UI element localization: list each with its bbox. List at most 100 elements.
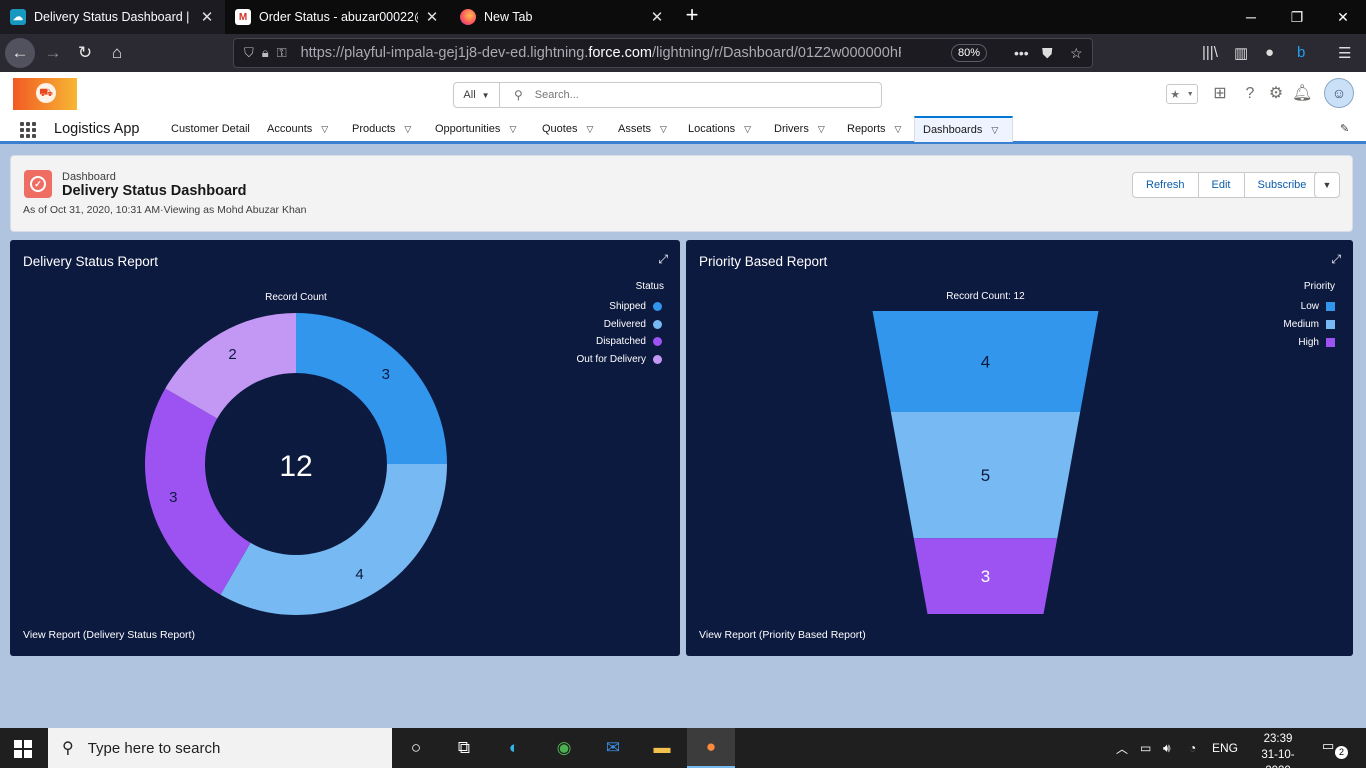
- bing-icon[interactable]: b: [1297, 44, 1305, 61]
- windows-start-icon[interactable]: [14, 740, 32, 758]
- chevron-down-icon: ▼: [1322, 180, 1332, 190]
- show-hidden-icons-icon[interactable]: ︿: [1116, 728, 1128, 768]
- chevron-down-icon[interactable]: ▽: [404, 124, 411, 135]
- setup-gear-icon[interactable]: ⚙: [1266, 84, 1286, 104]
- legend-item-delivered[interactable]: Delivered: [604, 319, 662, 330]
- system-clock[interactable]: 23:39 31-10-2020: [1250, 731, 1306, 768]
- legend-item-shipped[interactable]: Shipped: [609, 301, 662, 312]
- close-tab-icon[interactable]: ✕: [424, 8, 440, 26]
- legend-swatch: [653, 302, 662, 311]
- battery-icon[interactable]: ▭: [1140, 728, 1151, 768]
- mail-icon[interactable]: ✉: [589, 728, 637, 768]
- edit-nav-pencil-icon[interactable]: ✎: [1340, 122, 1349, 135]
- forward-arrow-icon[interactable]: →: [38, 38, 68, 68]
- chevron-down-icon[interactable]: ▽: [321, 124, 328, 135]
- nav-item-products[interactable]: Products ▽: [344, 116, 419, 142]
- file-explorer-icon[interactable]: ▬: [638, 728, 686, 768]
- search-scope-dropdown[interactable]: All ▼: [454, 83, 500, 107]
- cortana-icon[interactable]: ○: [392, 728, 440, 768]
- nav-item-opportunities[interactable]: Opportunities ▽: [427, 116, 524, 142]
- home-icon[interactable]: ⌂: [102, 38, 132, 68]
- close-tab-icon[interactable]: ✕: [649, 8, 665, 26]
- nav-item-drivers[interactable]: Drivers ▽: [766, 116, 833, 142]
- shield-icon[interactable]: ⛉: [244, 45, 254, 61]
- search-input[interactable]: [534, 89, 835, 101]
- account-icon[interactable]: ●: [1265, 44, 1274, 61]
- browser-tab-delivery-dashboard[interactable]: ☁ Delivery Status Dashboard | Sale ✕: [0, 0, 225, 34]
- pocket-icon[interactable]: ⛊: [1042, 45, 1053, 62]
- chevron-down-icon[interactable]: ▽: [895, 124, 902, 135]
- legend-item-dispatched[interactable]: Dispatched: [596, 336, 662, 347]
- gmail-icon: M: [235, 9, 251, 25]
- nav-item-quotes[interactable]: Quotes ▽: [534, 116, 601, 142]
- nav-item-label: Products: [352, 123, 396, 135]
- wifi-icon[interactable]: ◔: [1189, 728, 1196, 768]
- app-launcher-icon[interactable]: [20, 122, 36, 138]
- close-window-button[interactable]: ✕: [1320, 0, 1366, 34]
- minimize-window-button[interactable]: ─: [1228, 0, 1274, 34]
- dashboard-header: ✓ Dashboard Delivery Status Dashboard As…: [10, 155, 1353, 232]
- back-arrow-icon[interactable]: ←: [5, 38, 35, 68]
- url-bar[interactable]: ⛉ 🔒︎ ⚿ https://playful-impala-gej1j8-dev…: [233, 38, 1093, 68]
- refresh-button[interactable]: Refresh: [1133, 173, 1199, 197]
- close-tab-icon[interactable]: ✕: [199, 8, 215, 26]
- restore-window-button[interactable]: ❐: [1274, 0, 1320, 34]
- browser-tab-order-status[interactable]: M Order Status - abuzar00022@gm ✕: [225, 0, 450, 34]
- more-actions-dropdown[interactable]: ▼: [1314, 172, 1340, 198]
- edit-button[interactable]: Edit: [1199, 173, 1245, 197]
- firefox-icon: [460, 9, 476, 25]
- legend-item-high[interactable]: High: [1298, 337, 1335, 348]
- view-report-link[interactable]: View Report (Priority Based Report): [699, 629, 866, 641]
- nav-item-assets[interactable]: Assets ▽: [610, 116, 675, 142]
- firefox-icon[interactable]: ●: [687, 728, 735, 768]
- lock-icon[interactable]: 🔒︎: [262, 45, 269, 61]
- subscribe-button[interactable]: Subscribe: [1245, 173, 1320, 197]
- url-domain: force.com: [588, 45, 653, 61]
- page-actions-icon[interactable]: •••: [1014, 45, 1029, 61]
- chevron-down-icon[interactable]: ▽: [509, 124, 516, 135]
- task-view-icon[interactable]: ⧉: [440, 728, 488, 768]
- chevron-down-icon[interactable]: ▽: [586, 124, 593, 135]
- view-report-link[interactable]: View Report (Delivery Status Report): [23, 629, 195, 641]
- nav-item-accounts[interactable]: Accounts ▽: [259, 116, 336, 142]
- notifications-bell-icon[interactable]: 🔔︎: [1292, 84, 1312, 104]
- library-icon[interactable]: |||\: [1202, 44, 1218, 61]
- nav-item-dashboards[interactable]: Dashboards ▽: [914, 116, 1013, 142]
- edge-icon[interactable]: ◐: [490, 728, 538, 768]
- url-text[interactable]: https://playful-impala-gej1j8-dev-ed.lig…: [301, 45, 901, 61]
- nav-item-locations[interactable]: Locations ▽: [680, 116, 759, 142]
- key-icon[interactable]: ⚿: [277, 45, 287, 61]
- legend-item-low[interactable]: Low: [1301, 301, 1335, 312]
- sidebar-icon[interactable]: ▥: [1234, 44, 1248, 62]
- new-tab-button[interactable]: +: [680, 4, 704, 28]
- reload-icon[interactable]: ↻: [70, 38, 100, 68]
- volume-icon[interactable]: 🔊︎: [1163, 728, 1171, 768]
- bookmark-star-icon[interactable]: ☆: [1070, 45, 1083, 62]
- chevron-down-icon: ▼: [481, 90, 490, 100]
- legend-item-medium[interactable]: Medium: [1283, 319, 1335, 330]
- taskbar-search[interactable]: ⚲ Type here to search: [48, 728, 392, 768]
- help-icon[interactable]: ?: [1240, 84, 1260, 104]
- action-center-icon[interactable]: ▭ 2: [1322, 738, 1348, 759]
- legend-item-out-for-delivery[interactable]: Out for Delivery: [577, 354, 662, 365]
- zoom-level-badge[interactable]: 80%: [951, 44, 987, 62]
- user-avatar[interactable]: ☺: [1324, 78, 1354, 108]
- global-actions-plus-icon[interactable]: ⊞: [1210, 84, 1230, 104]
- donut-data-label: 2: [228, 346, 236, 363]
- nav-item-customer-detail[interactable]: Customer Detail: [163, 116, 258, 142]
- nav-item-reports[interactable]: Reports ▽: [839, 116, 909, 142]
- chevron-down-icon[interactable]: ▽: [991, 125, 998, 136]
- global-search[interactable]: All ▼ ⚲: [453, 82, 882, 108]
- language-indicator[interactable]: ENG: [1212, 728, 1238, 768]
- company-logo[interactable]: ⛟: [13, 78, 77, 110]
- favorites-button[interactable]: ★ ▼: [1166, 84, 1198, 104]
- menu-hamburger-icon[interactable]: ☰: [1338, 44, 1351, 62]
- chevron-down-icon[interactable]: ▽: [660, 124, 667, 135]
- legend-label: Out for Delivery: [576, 353, 646, 365]
- chevron-down-icon[interactable]: ▽: [744, 124, 751, 135]
- chrome-icon[interactable]: ◉: [540, 728, 588, 768]
- site-info-icons[interactable]: ⛉ 🔒︎ ⚿: [244, 45, 287, 61]
- chevron-down-icon[interactable]: ▽: [818, 124, 825, 135]
- browser-tab-new-tab[interactable]: New Tab ✕: [450, 0, 675, 34]
- legend-label: High: [1298, 337, 1319, 348]
